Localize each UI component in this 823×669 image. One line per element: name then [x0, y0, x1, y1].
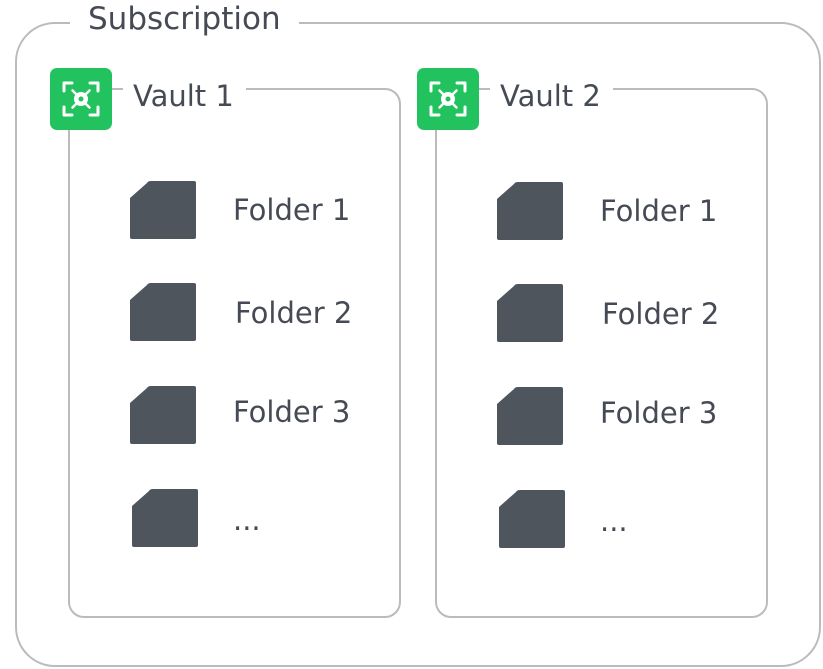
vault-1-title: Vault 1 [123, 82, 246, 111]
subscription-title: Subscription [70, 4, 299, 35]
folder-icon [130, 283, 196, 341]
vault-2-folder-1-label: Folder 1 [600, 194, 718, 228]
subscription-diagram: Subscription Vault 1 Folder 1 Folder 2 F… [0, 0, 823, 669]
vault-2-folder-3-label: Folder 3 [600, 396, 718, 430]
folder-icon [130, 181, 196, 239]
vault-2-container [435, 88, 768, 618]
vault-2-folder-more-label: ... [600, 504, 628, 538]
vault-icon [50, 68, 112, 130]
folder-icon [499, 490, 565, 548]
folder-icon [497, 182, 563, 240]
vault-2-folder-2-label: Folder 2 [602, 297, 720, 331]
vault-1-folder-1-label: Folder 1 [233, 193, 351, 227]
vault-1-folder-more-label: ... [233, 503, 261, 537]
vault-1-folder-2-label: Folder 2 [235, 296, 353, 330]
folder-icon [132, 489, 198, 547]
vault-icon [417, 68, 479, 130]
folder-icon [497, 284, 563, 342]
vault-1-folder-3-label: Folder 3 [233, 395, 351, 429]
vault-2-title: Vault 2 [490, 82, 613, 111]
folder-icon [497, 387, 563, 445]
vault-1-container [68, 88, 401, 618]
folder-icon [130, 386, 196, 444]
